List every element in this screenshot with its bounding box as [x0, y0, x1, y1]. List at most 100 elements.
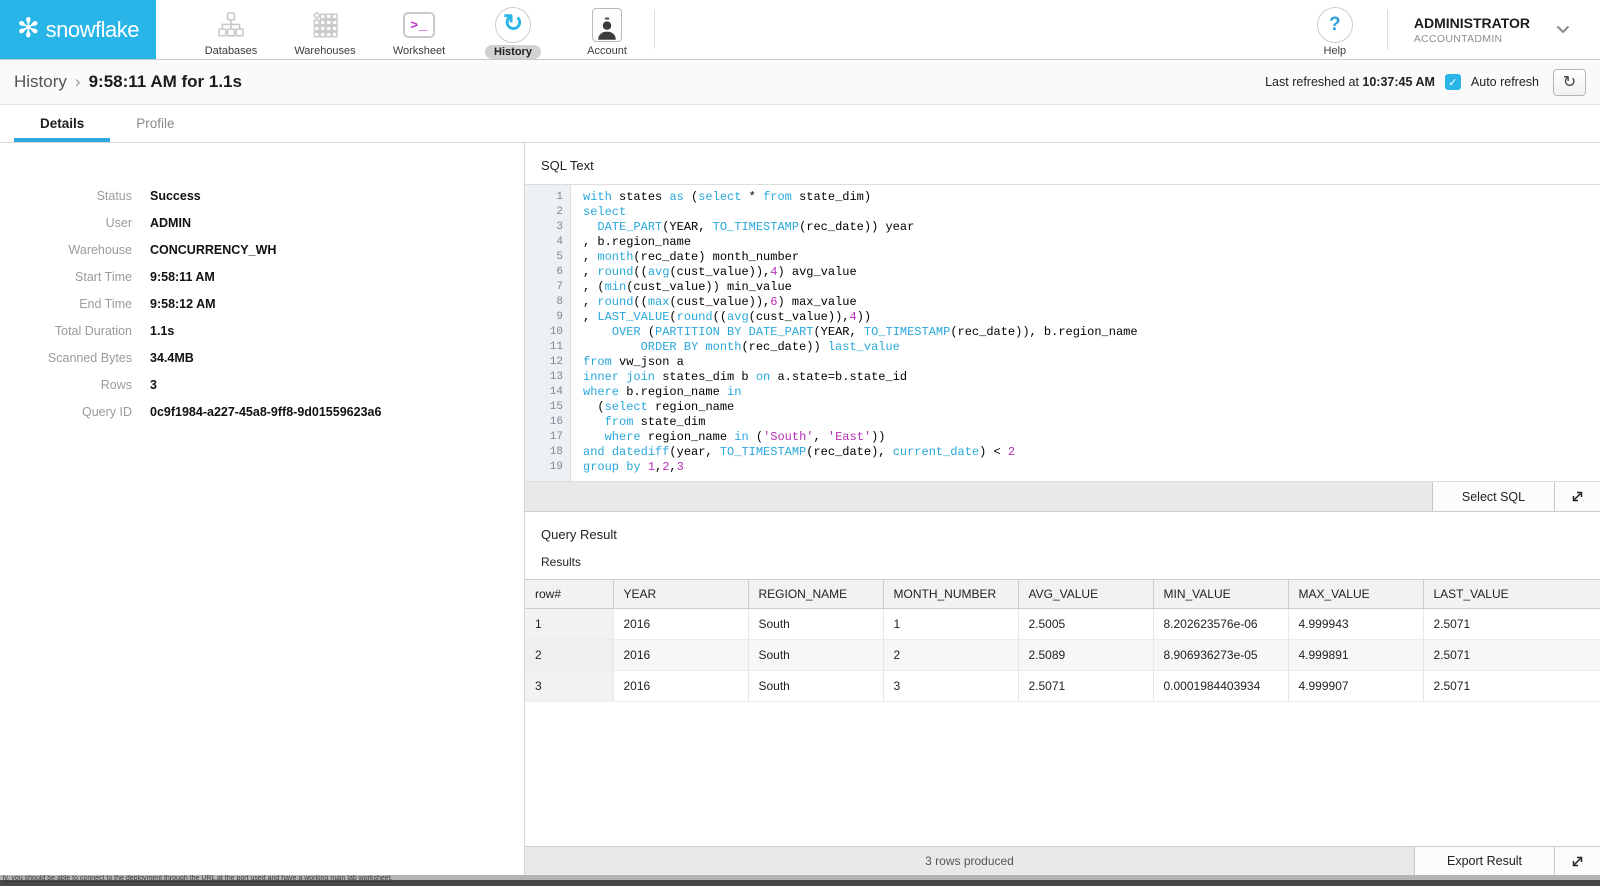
expand-result-button[interactable] — [1554, 847, 1600, 875]
sql-line-number: 15 — [525, 400, 570, 415]
detail-row: Warehouse CONCURRENCY_WH — [0, 243, 524, 257]
detail-label: Rows — [0, 378, 132, 392]
detail-value: 9:58:11 AM — [150, 270, 215, 284]
result-cell: 2.5089 — [1018, 640, 1153, 671]
result-cell: 2 — [525, 640, 613, 671]
detail-row: Scanned Bytes34.4MB — [0, 351, 524, 365]
sql-line-number: 14 — [525, 385, 570, 400]
sql-line: from vw_json a — [583, 355, 1600, 370]
result-cell: 3 — [883, 671, 1018, 702]
column-header: MAX_VALUE — [1288, 580, 1423, 609]
sql-line-number: 9 — [525, 310, 570, 325]
sql-line-number: 19 — [525, 460, 570, 475]
detail-row: StatusSuccess — [0, 189, 524, 203]
nav-item-warehouses[interactable]: Warehouses — [278, 0, 372, 59]
sql-line: (select region_name — [583, 400, 1600, 415]
sql-line-number: 18 — [525, 445, 570, 460]
result-cell: 2016 — [613, 640, 748, 671]
rows-produced-status: 3 rows produced — [525, 847, 1414, 875]
page-title: 9:58:11 AM for 1.1s — [89, 72, 242, 92]
sql-line: , round((max(cust_value)),6) max_value — [583, 295, 1600, 310]
results-header-row: row#YEARREGION_NAMEMONTH_NUMBERAVG_VALUE… — [525, 580, 1600, 609]
account-icon — [592, 7, 622, 43]
result-cell: 2.5071 — [1423, 609, 1600, 640]
results-footer: 3 rows produced Export Result — [525, 846, 1600, 875]
detail-label: End Time — [0, 297, 132, 311]
detail-row: Total Duration1.1s — [0, 324, 524, 338]
checkmark-icon: ✓ — [1448, 76, 1457, 89]
last-refreshed-text: Last refreshed at 10:37:45 AM — [1265, 75, 1435, 89]
snowflake-logo[interactable]: ✻ snowflake — [0, 0, 156, 59]
select-sql-button[interactable]: Select SQL — [1432, 482, 1554, 511]
databases-icon — [218, 7, 244, 43]
nav-item-account[interactable]: Account — [560, 0, 654, 59]
cutoff-text: ly, you should be able to connect to the… — [3, 875, 1600, 882]
sql-editor[interactable]: 12345678910111213141516171819 with state… — [525, 184, 1600, 482]
result-cell: 8.202623576e-06 — [1153, 609, 1288, 640]
refresh-button[interactable]: ↻ — [1553, 69, 1586, 96]
column-header: LAST_VALUE — [1423, 580, 1600, 609]
column-header: MONTH_NUMBER — [883, 580, 1018, 609]
nav-label: Databases — [205, 45, 258, 57]
sql-line: select — [583, 205, 1600, 220]
sql-line-number: 11 — [525, 340, 570, 355]
detail-value: 1.1s — [150, 324, 174, 338]
nav-item-history[interactable]: ↻ History — [466, 0, 560, 59]
auto-refresh-checkbox[interactable]: ✓ — [1445, 74, 1461, 90]
sql-line: , (min(cust_value)) min_value — [583, 280, 1600, 295]
result-row: 12016South12.50058.202623576e-064.999943… — [525, 609, 1600, 640]
sql-line: where b.region_name in — [583, 385, 1600, 400]
result-cell: 2.5071 — [1018, 671, 1153, 702]
snowflake-icon: ✻ — [17, 15, 40, 42]
result-cell: 2016 — [613, 671, 748, 702]
column-header: REGION_NAME — [748, 580, 883, 609]
expand-icon — [1571, 490, 1584, 503]
tab-details[interactable]: Details — [14, 105, 110, 142]
breadcrumb-separator-icon: › — [75, 72, 81, 92]
expand-icon — [1571, 855, 1584, 868]
cutoff-strip: ly, you should be able to connect to the… — [0, 875, 1600, 886]
result-row: 32016South32.50710.00019844039344.999907… — [525, 671, 1600, 702]
result-cell: 4.999907 — [1288, 671, 1423, 702]
column-header: row# — [525, 580, 613, 609]
warehouses-icon — [312, 7, 338, 43]
nav-divider — [654, 10, 655, 49]
breadcrumb-root[interactable]: History — [14, 72, 67, 92]
nav-label: Worksheet — [393, 45, 445, 57]
details-list: StatusSuccessUserADMINWarehouseCONCURREN… — [0, 189, 524, 419]
detail-value: 9:58:12 AM — [150, 297, 216, 311]
nav-label-active: History — [485, 45, 541, 59]
sql-line-number: 16 — [525, 415, 570, 430]
sql-line: and datediff(year, TO_TIMESTAMP(rec_date… — [583, 445, 1600, 460]
export-result-button[interactable]: Export Result — [1414, 847, 1554, 875]
sql-line: from state_dim — [583, 415, 1600, 430]
auto-refresh-label: Auto refresh — [1471, 75, 1539, 89]
help-button[interactable]: ? Help — [1317, 0, 1353, 59]
main-content: StatusSuccessUserADMINWarehouseCONCURREN… — [0, 143, 1600, 875]
sql-line-number: 8 — [525, 295, 570, 310]
result-cell: 2016 — [613, 609, 748, 640]
detail-label: Query ID — [0, 405, 132, 419]
user-menu[interactable]: ADMINISTRATOR ACCOUNTADMIN — [1414, 15, 1570, 45]
query-result-title: Query Result — [525, 512, 1600, 546]
detail-value: Success — [150, 189, 201, 203]
tab-profile[interactable]: Profile — [110, 105, 200, 142]
detail-row: Rows3 — [0, 378, 524, 392]
detail-value: 0c9f1984-a227-45a8-9ff8-9d01559623a6 — [150, 405, 381, 419]
result-cell: South — [748, 609, 883, 640]
detail-label: Warehouse — [0, 243, 132, 257]
nav-item-databases[interactable]: Databases — [184, 0, 278, 59]
expand-sql-button[interactable] — [1554, 482, 1600, 511]
result-cell: 1 — [883, 609, 1018, 640]
help-icon: ? — [1317, 7, 1353, 43]
top-nav-right: ? Help ADMINISTRATOR ACCOUNTADMIN — [1317, 0, 1600, 59]
chevron-down-icon — [1556, 25, 1570, 34]
sql-line-number: 7 — [525, 280, 570, 295]
sql-text-title: SQL Text — [525, 143, 1600, 184]
sql-toolbar: Select SQL — [525, 482, 1600, 512]
sql-line: group by 1,2,3 — [583, 460, 1600, 475]
detail-value: CONCURRENCY_WH — [150, 243, 276, 257]
breadcrumb-bar: History › 9:58:11 AM for 1.1s Last refre… — [0, 60, 1600, 105]
nav-item-worksheet[interactable]: >_ Worksheet — [372, 0, 466, 59]
sql-line: OVER (PARTITION BY DATE_PART(YEAR, TO_TI… — [583, 325, 1600, 340]
